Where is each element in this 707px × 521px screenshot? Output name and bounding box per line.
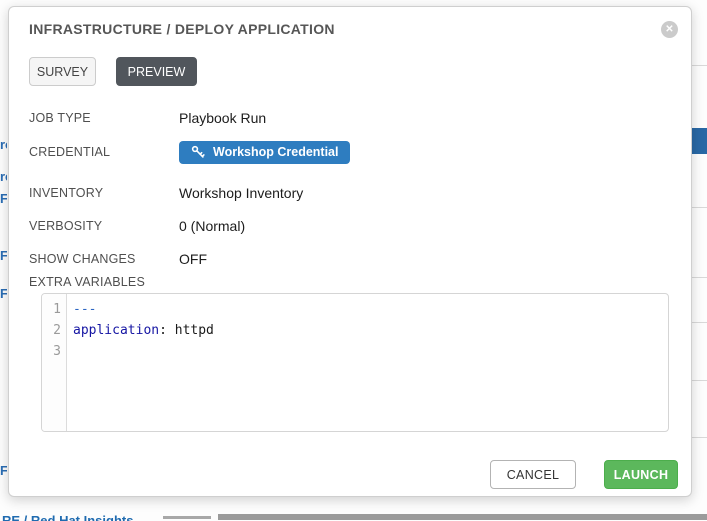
line-number: 3 [42,341,66,362]
line-number: 2 [42,320,66,341]
tab-preview[interactable]: PREVIEW [116,57,197,86]
yaml-colon: : [159,323,175,338]
launch-button[interactable]: LAUNCH [604,460,678,489]
inventory-value: Workshop Inventory [179,185,303,201]
show-changes-value: OFF [179,251,207,267]
background-text-fragment [163,516,211,519]
yaml-key: application [73,323,159,338]
background-row-divider [692,380,707,381]
background-text-fragment: F [0,464,7,477]
job-type-value: Playbook Run [179,110,266,126]
key-icon [191,145,205,159]
background-text-fragment: rc [0,170,7,183]
background-bottom-strip: RE / Red Hat Insights [0,513,707,521]
extra-variables-label: EXTRA VARIABLES [29,275,145,289]
close-icon[interactable]: ✕ [661,21,678,38]
detail-row-inventory: INVENTORY Workshop Inventory [29,181,671,205]
editor-code-area[interactable]: --- application: httpd [67,294,668,431]
detail-row-show-changes: SHOW CHANGES OFF [29,247,671,271]
verbosity-label: VERBOSITY [29,219,179,233]
background-text-fragment: ro [0,138,7,151]
editor-line-number-gutter: 1 2 3 [42,294,67,431]
show-changes-label: SHOW CHANGES [29,252,179,266]
background-blue-block [692,128,707,154]
extra-variables-editor: 1 2 3 --- application: httpd [41,293,669,432]
credential-label: CREDENTIAL [29,145,179,159]
background-row-divider [692,207,707,208]
detail-row-verbosity: VERBOSITY 0 (Normal) [29,214,671,238]
line-number: 1 [42,299,66,320]
cancel-button[interactable]: CANCEL [490,460,576,489]
job-type-label: JOB TYPE [29,111,179,125]
detail-row-job-type: JOB TYPE Playbook Run [29,106,671,130]
inventory-label: INVENTORY [29,186,179,200]
background-text-fragment: F [0,249,7,262]
background-link-fragment: RE / Red Hat Insights [2,513,162,521]
background-row-divider [692,322,707,323]
code-line: application: httpd [73,320,668,341]
verbosity-value: 0 (Normal) [179,218,245,234]
code-line [73,341,668,362]
background-text-fragment: F [0,287,7,300]
credential-badge[interactable]: Workshop Credential [179,141,350,164]
background-row-divider [692,65,707,66]
yaml-doc-separator: --- [73,302,96,317]
background-bar-fragment [218,514,707,520]
background-row-divider [692,277,707,278]
tab-survey[interactable]: SURVEY [29,57,96,86]
yaml-value: httpd [175,323,214,338]
detail-row-credential: CREDENTIAL Workshop Credential [29,140,671,164]
background-text-fragment: F [0,192,7,205]
background-row-divider [692,437,707,438]
credential-badge-label: Workshop Credential [213,145,338,159]
code-line: --- [73,299,668,320]
deploy-application-modal: INFRASTRUCTURE / DEPLOY APPLICATION ✕ SU… [8,6,692,497]
modal-title: INFRASTRUCTURE / DEPLOY APPLICATION [29,21,335,37]
